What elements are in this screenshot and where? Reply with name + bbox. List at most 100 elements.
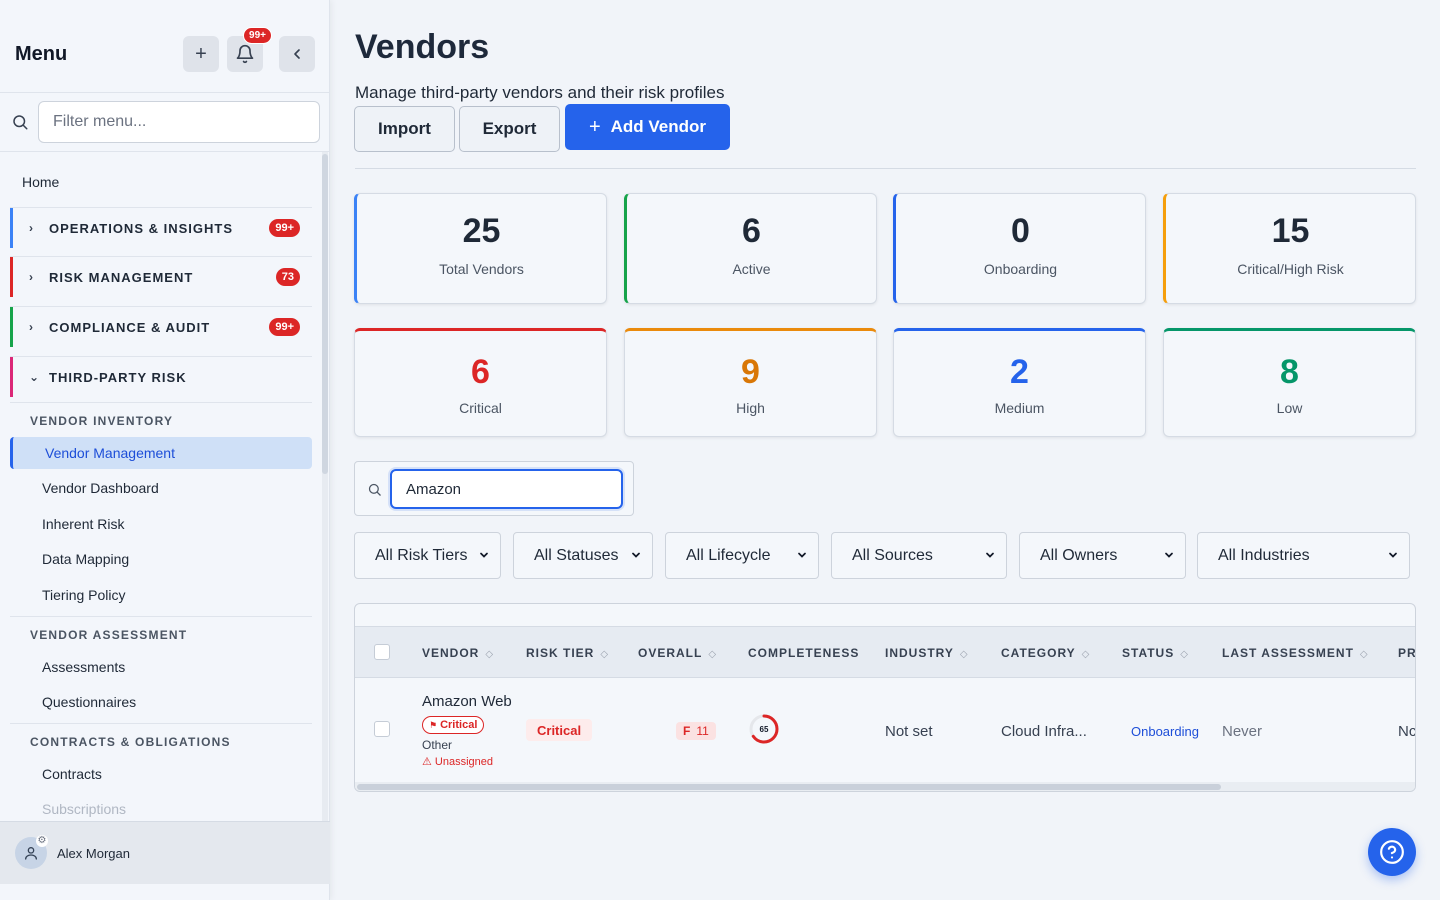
nav-item-tiering-policy[interactable]: Tiering Policy: [42, 587, 126, 603]
nav-section-risk-management[interactable]: › RISK MANAGEMENT 73: [10, 257, 312, 297]
nav-item-contracts[interactable]: Contracts: [42, 766, 102, 782]
table-scrollbar[interactable]: [355, 782, 1415, 791]
filter-lifecycle[interactable]: All Lifecycle: [665, 532, 819, 579]
stat-value: 8: [1280, 353, 1299, 391]
nav-item-vendor-dashboard[interactable]: Vendor Dashboard: [42, 480, 159, 496]
filter-sources[interactable]: All Sources: [831, 532, 1007, 579]
nav-item-assessments[interactable]: Assessments: [42, 659, 125, 675]
stat-label: High: [736, 400, 765, 416]
stat-label: Critical: [459, 400, 502, 416]
column-vendor[interactable]: VENDOR ◇: [422, 646, 494, 660]
column-completeness[interactable]: COMPLETENESS: [748, 646, 859, 660]
chevron-down-icon: [632, 552, 640, 558]
add-button[interactable]: +: [183, 36, 219, 72]
help-button[interactable]: [1368, 828, 1416, 876]
select-all-checkbox[interactable]: [374, 644, 390, 660]
column-last-assessment[interactable]: LAST ASSESSMENT ◇: [1222, 646, 1369, 660]
column-risk-tier[interactable]: RISK TIER ◇: [526, 646, 609, 660]
search-icon: [368, 483, 381, 496]
stat-label: Low: [1276, 400, 1303, 416]
nav-section-label: OPERATIONS & INSIGHTS: [49, 220, 233, 236]
chevron-down-icon: [798, 552, 806, 558]
filter-statuses[interactable]: All Statuses: [513, 532, 653, 579]
nav-item-data-mapping[interactable]: Data Mapping: [42, 551, 129, 567]
filter-risk-tiers[interactable]: All Risk Tiers: [354, 532, 501, 579]
column-status[interactable]: STATUS ◇: [1122, 646, 1189, 660]
vendor-category: Other: [422, 738, 453, 752]
sidebar-title: Menu: [15, 43, 68, 65]
sort-icon: ◇: [1081, 649, 1091, 660]
sort-icon: ◇: [1359, 649, 1369, 660]
column-pr[interactable]: PR: [1398, 646, 1415, 660]
stat-label: Active: [732, 261, 771, 277]
nav-item-subscriptions[interactable]: Subscriptions: [42, 801, 126, 817]
stat-card-total-vendors[interactable]: 25 Total Vendors: [354, 193, 607, 304]
stat-card-high[interactable]: 9 High: [624, 328, 877, 437]
user-name: Alex Morgan: [57, 846, 130, 861]
export-button[interactable]: Export: [459, 106, 560, 152]
vendor-name-link[interactable]: Amazon Web: [422, 693, 512, 710]
filter-owners[interactable]: All Owners: [1019, 532, 1186, 579]
stat-label: Medium: [994, 400, 1045, 416]
stat-value: 6: [471, 353, 490, 391]
vendor-search: [354, 461, 634, 516]
chevron-right-icon: ›: [29, 270, 34, 284]
notifications-button[interactable]: 99+: [227, 27, 272, 72]
import-button[interactable]: Import: [354, 106, 455, 152]
sort-icon: ◇: [600, 649, 610, 660]
last-assessment-cell: Never: [1222, 723, 1263, 740]
stat-card-low[interactable]: 8 Low: [1163, 328, 1416, 437]
nav-section-third-party-risk[interactable]: ⌄ THIRD-PARTY RISK: [10, 357, 312, 397]
stat-card-critical[interactable]: 6 Critical: [354, 328, 607, 437]
table-row[interactable]: Amazon Web ⚑ Critical Other ⚠ Unassigned…: [355, 678, 1416, 782]
count-badge: 73: [275, 268, 300, 286]
sort-icon: ◇: [485, 649, 495, 660]
completeness-value: 65: [760, 725, 769, 734]
row-checkbox[interactable]: [374, 721, 390, 737]
completeness-ring: 65: [749, 714, 779, 744]
criticality-badge: ⚑ Critical: [422, 716, 485, 734]
stat-value: 0: [1011, 212, 1030, 250]
add-vendor-button[interactable]: + Add Vendor: [565, 104, 730, 150]
vendor-search-input[interactable]: [390, 469, 623, 509]
stat-card-active[interactable]: 6 Active: [624, 193, 877, 304]
nav-item-vendor-management[interactable]: Vendor Management: [10, 437, 312, 469]
nav-group-vendor-inventory: VENDOR INVENTORY: [30, 414, 174, 428]
scrollbar-thumb[interactable]: [322, 154, 328, 474]
stat-value: 2: [1010, 353, 1029, 391]
stat-label: Total Vendors: [439, 261, 524, 277]
nav-item-inherent-risk[interactable]: Inherent Risk: [42, 516, 124, 532]
stat-value: 15: [1271, 212, 1310, 250]
chevron-down-icon: [1389, 552, 1397, 558]
scrollbar-thumb[interactable]: [357, 784, 1221, 790]
nav-home[interactable]: Home: [22, 174, 59, 190]
pr-cell: Nc: [1398, 723, 1416, 740]
column-category[interactable]: CATEGORY ◇: [1001, 646, 1090, 660]
sort-icon: ◇: [959, 649, 969, 660]
bell-icon: [236, 44, 254, 64]
search-icon: [13, 115, 28, 130]
column-industry[interactable]: INDUSTRY ◇: [885, 646, 969, 660]
collapse-sidebar-button[interactable]: [279, 36, 315, 72]
chevron-right-icon: ›: [29, 221, 34, 235]
chevron-down-icon: [1165, 552, 1173, 558]
stat-label: Critical/High Risk: [1237, 261, 1344, 277]
stat-card-critical-high-risk[interactable]: 15 Critical/High Risk: [1163, 193, 1416, 304]
filter-label: All Risk Tiers: [375, 546, 468, 564]
nav-section-label: COMPLIANCE & AUDIT: [49, 319, 211, 335]
nav-section-operations-insights[interactable]: › OPERATIONS & INSIGHTS 99+: [10, 208, 312, 248]
stat-card-medium[interactable]: 2 Medium: [893, 328, 1146, 437]
sidebar-nav: Home › OPERATIONS & INSIGHTS 99+ › RISK …: [0, 152, 322, 821]
filter-menu-input[interactable]: [38, 101, 320, 143]
sort-icon: ◇: [708, 649, 718, 660]
user-profile[interactable]: ⚙ Alex Morgan: [0, 821, 330, 884]
industry-cell: Not set: [885, 723, 933, 740]
column-overall[interactable]: OVERALL ◇: [638, 646, 717, 660]
sidebar-scrollbar[interactable]: [322, 152, 328, 821]
stat-card-onboarding[interactable]: 0 Onboarding: [893, 193, 1146, 304]
nav-item-questionnaires[interactable]: Questionnaires: [42, 694, 136, 710]
nav-section-compliance-audit[interactable]: › COMPLIANCE & AUDIT 99+: [10, 307, 312, 347]
nav-section-label: THIRD-PARTY RISK: [49, 369, 187, 385]
plus-icon: +: [195, 42, 207, 65]
filter-industries[interactable]: All Industries: [1197, 532, 1410, 579]
